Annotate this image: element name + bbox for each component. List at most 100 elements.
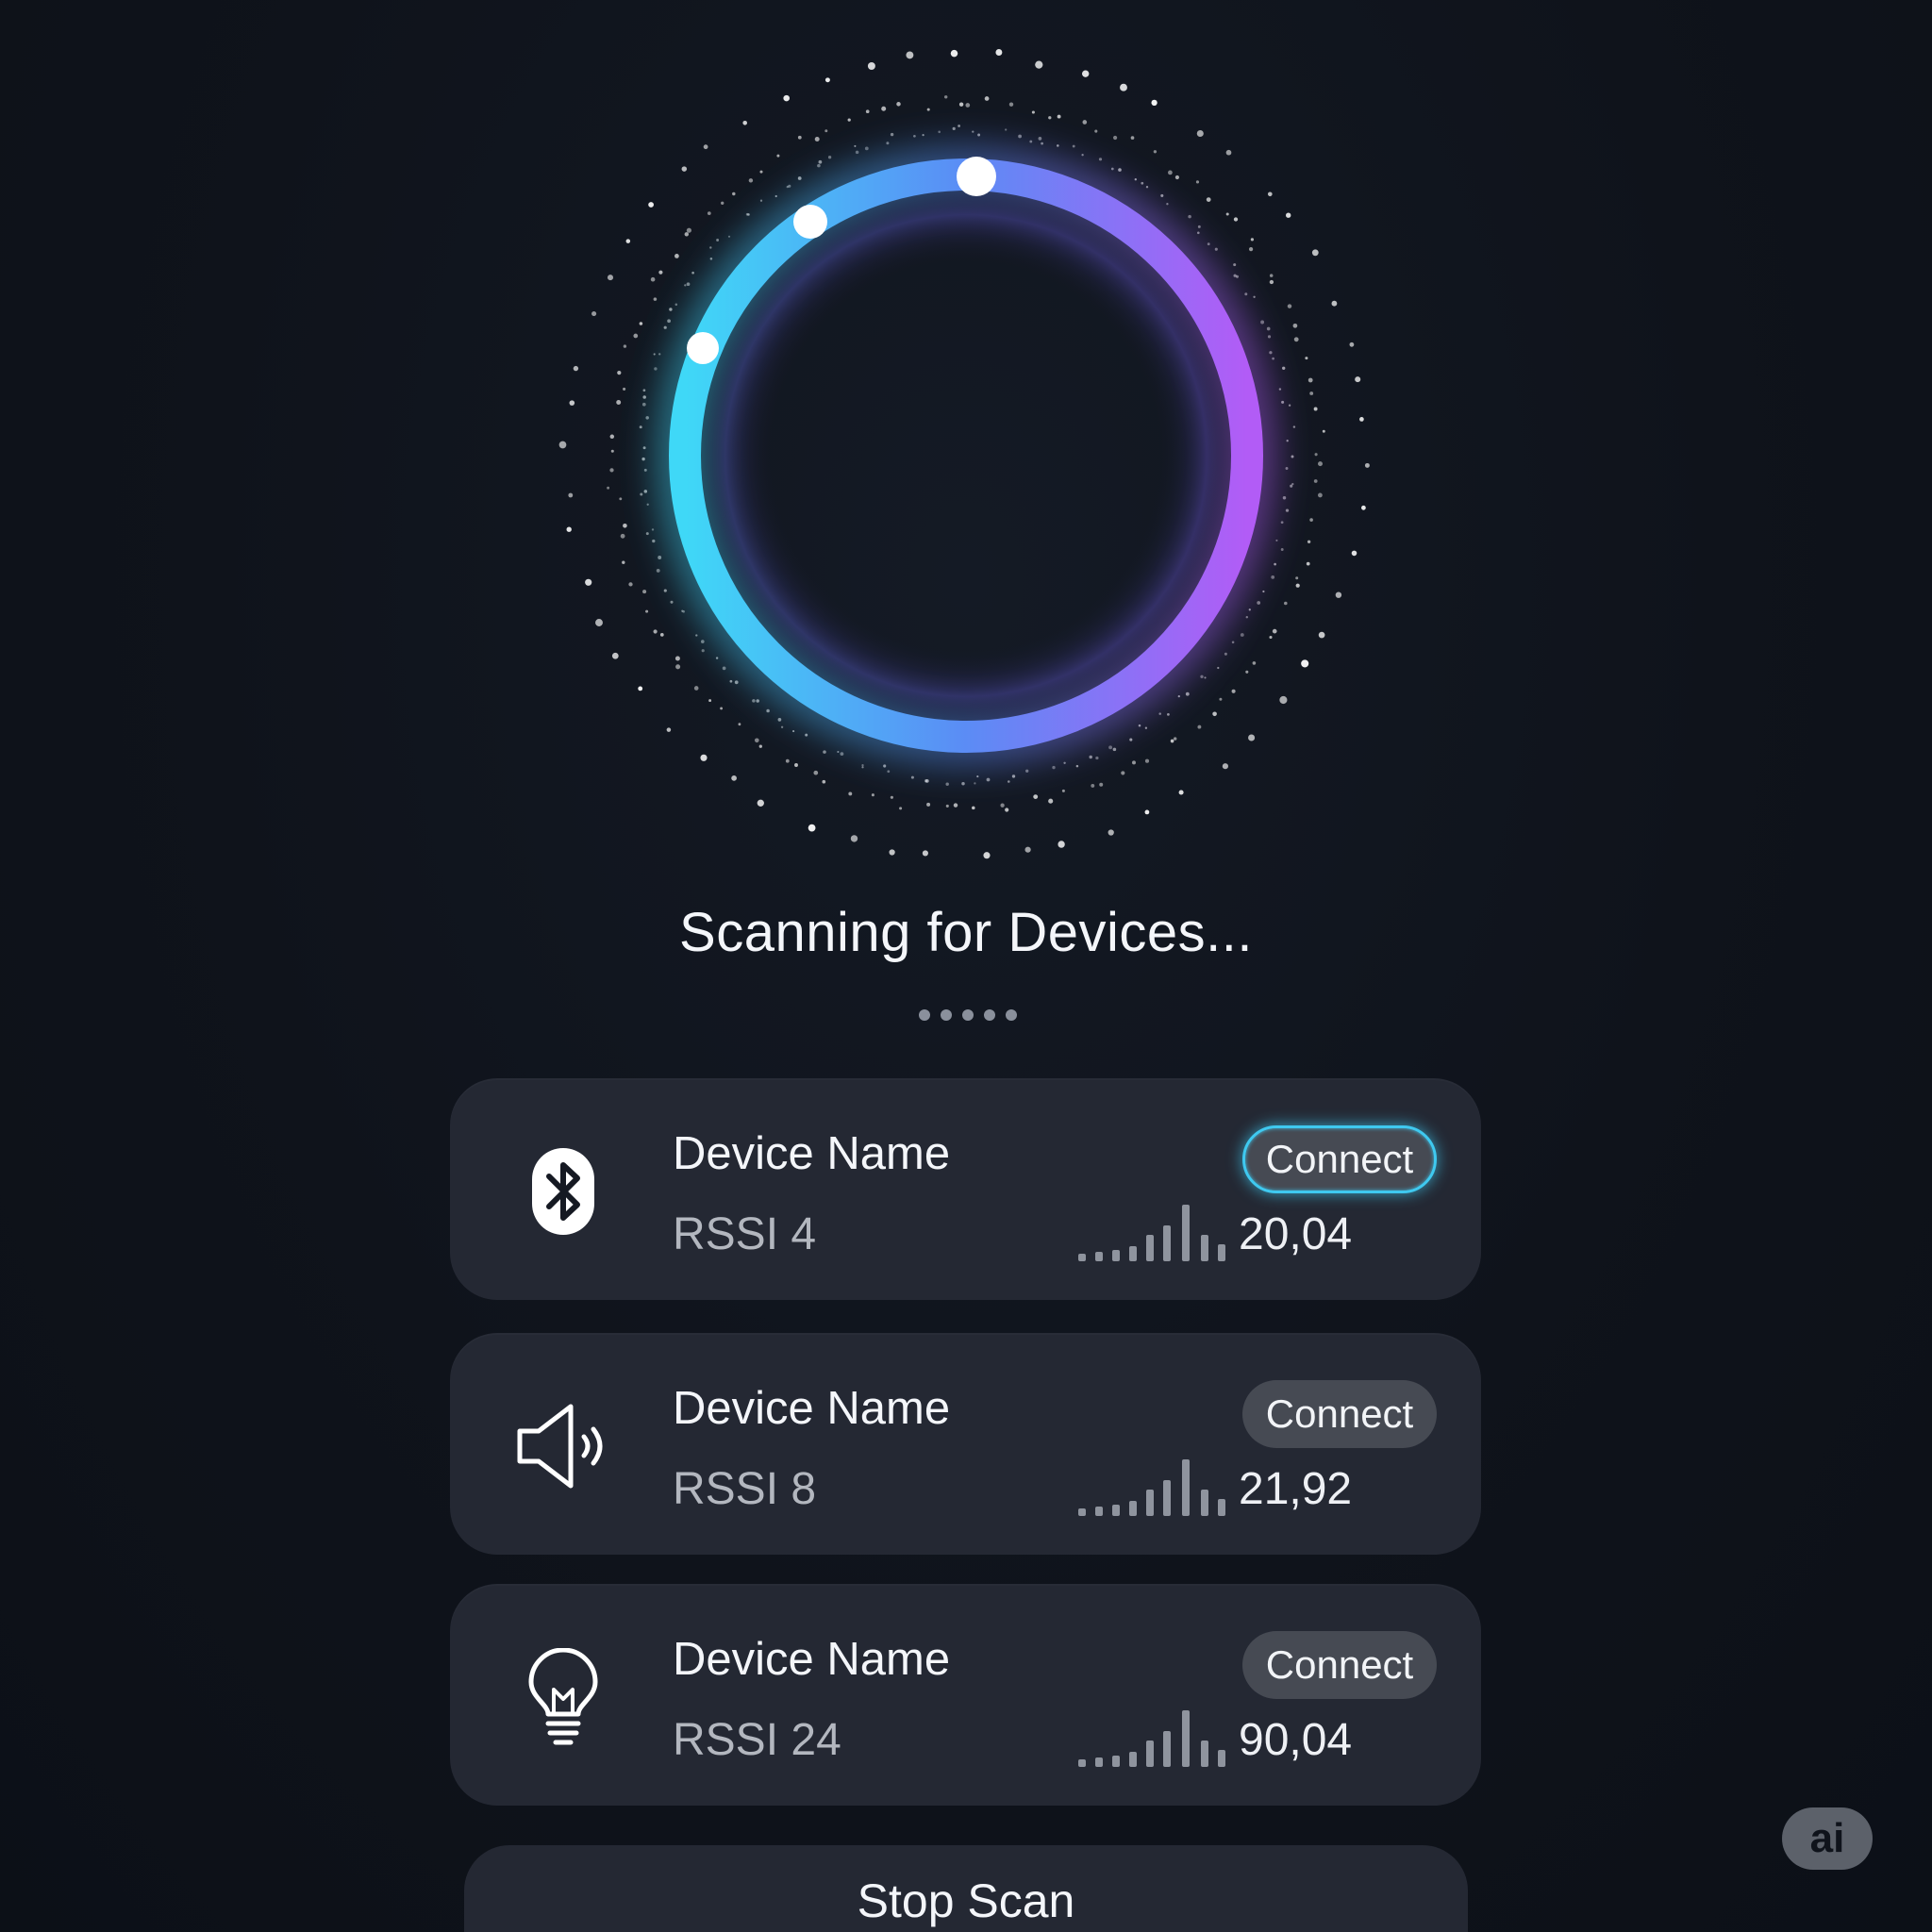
particle bbox=[1225, 149, 1232, 156]
particle bbox=[1364, 462, 1370, 468]
particle bbox=[1188, 214, 1191, 219]
particle bbox=[886, 142, 890, 145]
particle bbox=[1130, 136, 1135, 140]
particle bbox=[1244, 292, 1248, 296]
particle bbox=[1284, 601, 1288, 606]
particle bbox=[974, 782, 976, 785]
particle bbox=[1269, 279, 1274, 285]
particle bbox=[1075, 764, 1079, 768]
particle bbox=[1355, 376, 1361, 383]
particle bbox=[708, 699, 712, 703]
particle bbox=[766, 708, 770, 713]
particle bbox=[633, 333, 639, 339]
particle bbox=[1331, 300, 1338, 307]
particle bbox=[732, 192, 736, 196]
particle bbox=[1035, 60, 1043, 69]
particle bbox=[1206, 197, 1211, 202]
particle bbox=[1108, 745, 1113, 750]
particle bbox=[558, 441, 567, 449]
particle bbox=[958, 102, 964, 107]
particle bbox=[1290, 484, 1293, 488]
particle bbox=[731, 775, 737, 781]
particle bbox=[709, 258, 713, 260]
particle bbox=[1252, 661, 1257, 665]
ai-badge[interactable]: ai bbox=[1782, 1807, 1873, 1870]
particle bbox=[1307, 540, 1311, 543]
particle bbox=[1168, 170, 1173, 175]
particle bbox=[1041, 142, 1043, 145]
particle bbox=[984, 96, 990, 101]
signal-bar bbox=[1218, 1750, 1225, 1767]
particle bbox=[1307, 377, 1313, 383]
particle bbox=[818, 159, 823, 164]
device-name: Device Name bbox=[673, 1128, 951, 1179]
signal-bar bbox=[1201, 1235, 1208, 1261]
particle bbox=[817, 163, 821, 168]
particle bbox=[1266, 326, 1271, 331]
signal-bar bbox=[1163, 1225, 1171, 1261]
particle bbox=[896, 102, 901, 107]
particle bbox=[953, 803, 958, 808]
particle bbox=[922, 850, 928, 857]
particle bbox=[1025, 769, 1029, 773]
particle bbox=[945, 782, 949, 786]
particle bbox=[1005, 808, 1009, 812]
particle bbox=[650, 276, 656, 282]
connect-button[interactable]: Connect bbox=[1242, 1631, 1437, 1699]
particle bbox=[1018, 134, 1022, 139]
particle bbox=[640, 492, 643, 496]
particle bbox=[703, 144, 708, 150]
particle bbox=[1275, 539, 1278, 541]
connect-button[interactable]: Connect bbox=[1242, 1380, 1437, 1448]
signal-bar bbox=[1078, 1508, 1086, 1516]
page-indicator-dot[interactable] bbox=[1006, 1009, 1017, 1021]
signal-bar bbox=[1201, 1740, 1208, 1767]
device-card[interactable]: Device Name RSSI 8 21,92 Connect bbox=[450, 1333, 1481, 1555]
particle bbox=[1063, 761, 1066, 764]
particle bbox=[610, 449, 614, 453]
particle bbox=[1204, 676, 1207, 679]
device-card[interactable]: Device Name RSSI 4 20,04 Connect bbox=[450, 1078, 1481, 1300]
particle bbox=[625, 239, 631, 243]
particle bbox=[1313, 407, 1318, 411]
page-indicator-dot[interactable] bbox=[941, 1009, 952, 1021]
particle bbox=[641, 457, 645, 461]
scan-screen: Scanning for Devices... Device Name RSSI… bbox=[0, 0, 1932, 1932]
particle bbox=[628, 582, 633, 587]
page-indicator bbox=[919, 1009, 1017, 1021]
particle bbox=[1309, 391, 1314, 395]
particle bbox=[1349, 341, 1355, 347]
particle bbox=[840, 752, 844, 756]
particle bbox=[1197, 231, 1200, 235]
particle bbox=[642, 389, 646, 392]
particle bbox=[823, 750, 826, 754]
page-indicator-dot[interactable] bbox=[984, 1009, 995, 1021]
particle bbox=[780, 725, 784, 728]
signal-bar bbox=[1182, 1710, 1190, 1767]
particle bbox=[890, 132, 894, 137]
particle bbox=[1248, 734, 1256, 741]
page-indicator-dot[interactable] bbox=[919, 1009, 930, 1021]
signal-bar bbox=[1146, 1490, 1154, 1516]
particle bbox=[607, 275, 614, 281]
device-name: Device Name bbox=[673, 1383, 951, 1434]
page-indicator-dot[interactable] bbox=[962, 1009, 974, 1021]
particle bbox=[783, 94, 790, 102]
stop-scan-button[interactable]: Stop Scan bbox=[464, 1845, 1468, 1932]
particle bbox=[774, 194, 777, 198]
particle bbox=[861, 766, 864, 769]
particle bbox=[752, 699, 756, 703]
particle bbox=[1295, 583, 1300, 588]
particle bbox=[924, 779, 928, 783]
particle bbox=[1197, 225, 1201, 228]
particle bbox=[1269, 635, 1273, 640]
device-card[interactable]: Device Name RSSI 24 90,04 Connect bbox=[450, 1584, 1481, 1806]
particle bbox=[805, 733, 808, 737]
particle bbox=[611, 652, 619, 659]
particle bbox=[1144, 726, 1148, 729]
scanning-title: Scanning for Devices... bbox=[679, 902, 1253, 963]
particle bbox=[1197, 724, 1202, 729]
particle bbox=[729, 679, 733, 683]
connect-button[interactable]: Connect bbox=[1242, 1125, 1437, 1193]
particle bbox=[871, 793, 874, 797]
